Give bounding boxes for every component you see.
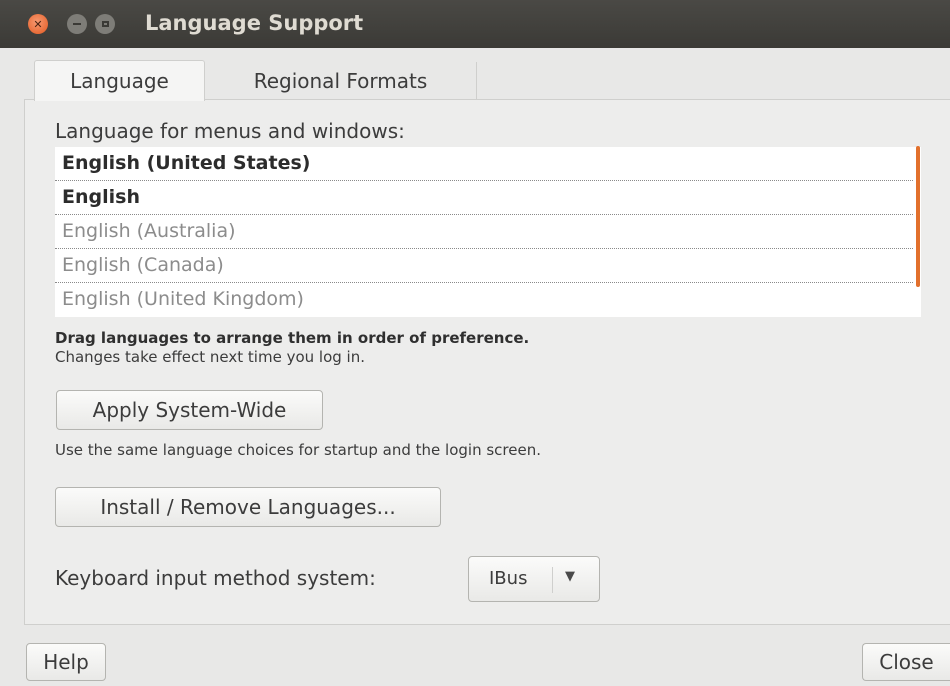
keyboard-input-select[interactable]: IBus ▼ xyxy=(468,556,600,602)
keyboard-input-label: Keyboard input method system: xyxy=(55,566,376,590)
apply-system-wide-button[interactable]: Apply System-Wide xyxy=(56,390,323,430)
combo-separator xyxy=(552,567,553,593)
drag-hint: Drag languages to arrange them in order … xyxy=(55,329,530,347)
list-item[interactable]: English (Canada) xyxy=(55,249,913,283)
tab-regional-formats[interactable]: Regional Formats xyxy=(205,62,477,99)
apply-description: Use the same language choices for startu… xyxy=(55,441,541,459)
list-item[interactable]: English (United States) xyxy=(55,147,913,181)
minimize-icon xyxy=(73,23,81,25)
maximize-icon xyxy=(101,21,109,27)
list-item[interactable]: English (United Kingdom) xyxy=(55,283,913,317)
close-icon: ✕ xyxy=(33,17,43,31)
chevron-down-icon: ▼ xyxy=(565,569,575,584)
list-item[interactable]: English (Australia) xyxy=(55,215,913,249)
keyboard-input-value: IBus xyxy=(489,568,528,589)
minimize-window-button[interactable] xyxy=(67,14,87,34)
close-button[interactable]: Close xyxy=(862,643,950,681)
language-list[interactable]: English (United States) English English … xyxy=(55,147,921,317)
title-bar: ✕ Language Support xyxy=(0,0,950,48)
window-title: Language Support xyxy=(145,11,364,35)
list-item[interactable]: English xyxy=(55,181,913,215)
tab-language[interactable]: Language xyxy=(34,60,205,101)
language-list-label: Language for menus and windows: xyxy=(55,119,405,143)
maximize-window-button[interactable] xyxy=(95,14,115,34)
close-window-button[interactable]: ✕ xyxy=(28,14,48,34)
install-remove-languages-button[interactable]: Install / Remove Languages... xyxy=(55,487,441,527)
list-scrollbar[interactable] xyxy=(916,146,920,287)
help-button[interactable]: Help xyxy=(26,643,106,681)
effect-hint: Changes take effect next time you log in… xyxy=(55,348,365,366)
